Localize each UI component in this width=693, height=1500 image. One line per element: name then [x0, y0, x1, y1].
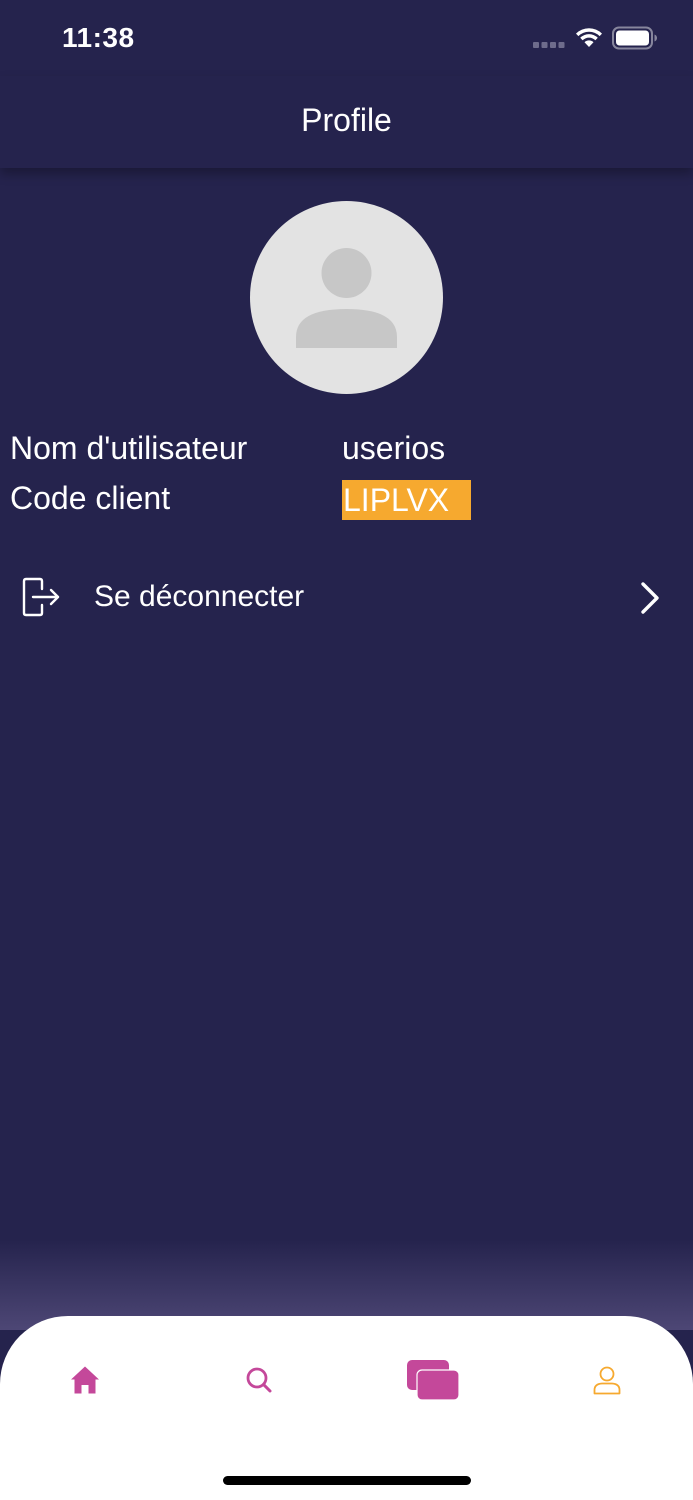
tab-home[interactable] — [60, 1352, 110, 1408]
navigation-header: Profile — [0, 76, 693, 168]
user-icon — [593, 1366, 621, 1395]
client-code-value: LIPLVX — [342, 480, 471, 520]
profile-screen: 11:38 Profile Nom d'utilisateur userios … — [0, 0, 693, 1500]
username-value: userios — [342, 430, 446, 466]
username-row: Nom d'utilisateur userios — [0, 428, 693, 472]
wifi-icon — [576, 28, 602, 47]
logout-button[interactable]: Se déconnecter — [0, 560, 693, 636]
username-label: Nom d'utilisateur — [10, 430, 248, 466]
home-indicator — [223, 1476, 471, 1485]
status-time: 11:38 — [62, 22, 135, 53]
tab-chat[interactable] — [400, 1352, 466, 1408]
tab-search[interactable] — [234, 1352, 284, 1408]
logout-label: Se déconnecter — [94, 580, 305, 613]
tab-profile[interactable] — [582, 1352, 632, 1408]
chat-icon — [407, 1360, 460, 1401]
chevron-right-icon — [641, 582, 659, 614]
search-icon — [246, 1367, 272, 1393]
logout-icon — [22, 577, 60, 617]
client-code-row: Code client LIPLVX — [0, 478, 693, 522]
page-title: Profile — [301, 102, 392, 138]
user-placeholder-icon — [296, 248, 397, 348]
avatar — [250, 201, 443, 394]
client-code-label: Code client — [10, 480, 171, 516]
cellular-signal-icon — [533, 42, 565, 48]
home-icon — [71, 1366, 99, 1394]
tab-bar — [0, 1316, 693, 1500]
battery-icon — [612, 26, 657, 50]
status-bar: 11:38 — [0, 0, 693, 76]
